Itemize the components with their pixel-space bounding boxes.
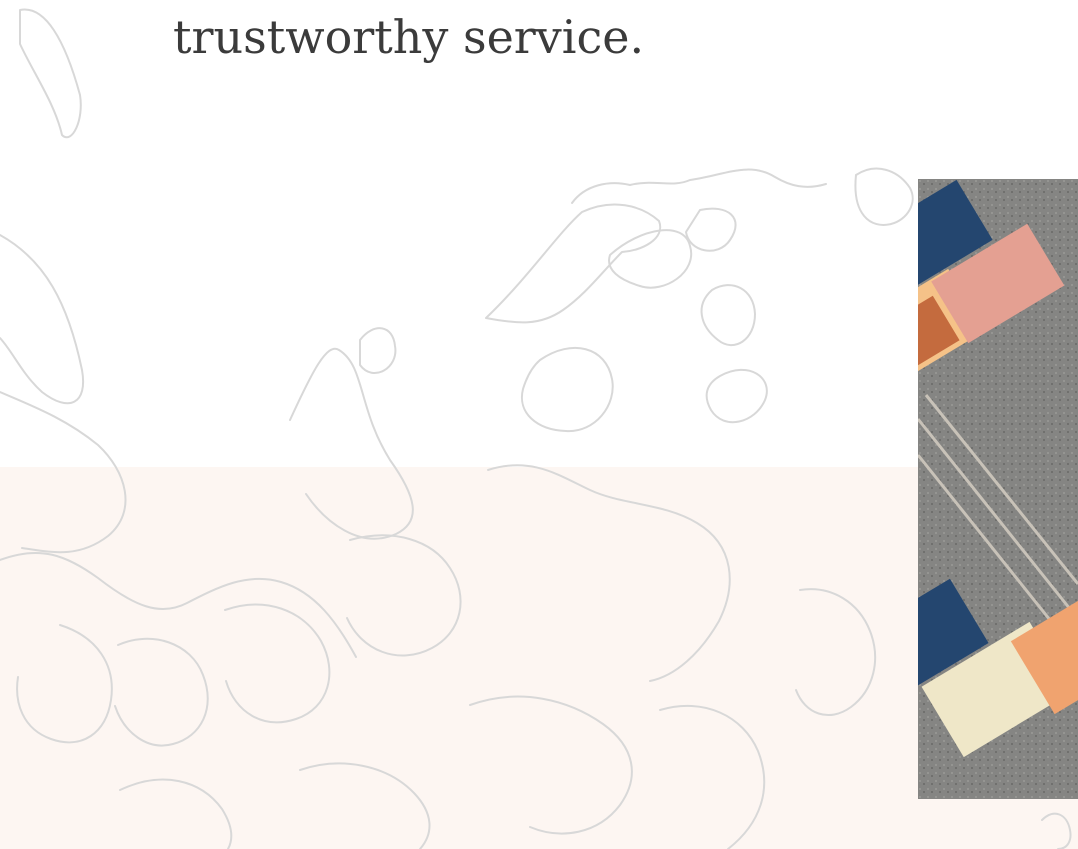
container-train-image	[918, 179, 1078, 799]
page: trustworthy service.	[0, 0, 1078, 849]
section-background-band	[0, 467, 1078, 849]
hero-copy-line: trustworthy service.	[173, 10, 645, 64]
